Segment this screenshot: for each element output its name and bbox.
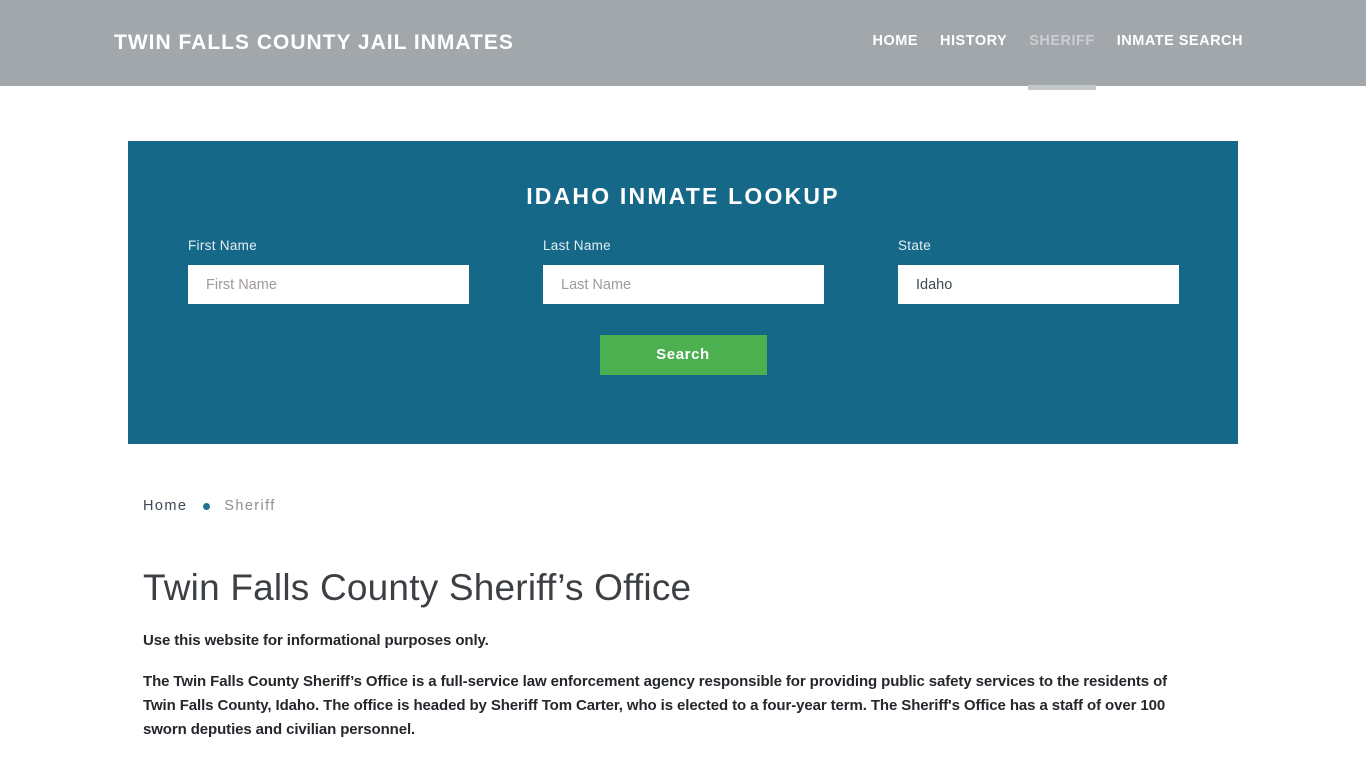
breadcrumb-separator-dot-icon	[203, 502, 211, 510]
nav-item-history[interactable]: History	[929, 33, 1018, 49]
field-group-last-name: Last Name	[543, 238, 824, 304]
last-name-input[interactable]	[543, 265, 824, 304]
nav-active-indicator	[1027, 85, 1096, 90]
page-title: Twin Falls County Sheriff’s Office	[143, 567, 692, 608]
site-brand[interactable]: Twin Falls County Jail Inmates	[114, 31, 514, 55]
last-name-label: Last Name	[543, 238, 611, 253]
field-group-state: State Idaho	[898, 238, 1179, 304]
disclaimer-text: Use this website for informational purpo…	[143, 632, 489, 649]
first-name-label: First Name	[188, 238, 258, 253]
intro-paragraph: The Twin Falls County Sheriff’s Office i…	[143, 673, 1168, 738]
page-content: Home Sheriff Twin Falls County Sheriff’s…	[143, 498, 1223, 742]
lookup-fields-row: First Name Last Name State Idaho	[128, 238, 1238, 308]
inmate-lookup-panel: Idaho Inmate Lookup First Name Last Name…	[128, 141, 1238, 444]
nav-label-inmate-search: Inmate Search	[1116, 33, 1243, 49]
nav-label-history: History	[940, 33, 1008, 49]
search-button-wrapper: Search	[128, 335, 1238, 375]
field-group-first-name: First Name	[188, 238, 469, 304]
nav-item-inmate-search[interactable]: Inmate Search	[1106, 33, 1254, 49]
breadcrumb-current: Sheriff	[224, 498, 276, 514]
state-select[interactable]: Idaho	[898, 265, 1179, 304]
nav-label-sheriff: Sheriff	[1029, 33, 1095, 49]
main-navigation: Home History Sheriff Inmate Search	[862, 33, 1254, 90]
breadcrumb-home-link[interactable]: Home	[143, 498, 187, 514]
nav-item-home[interactable]: Home	[862, 33, 930, 49]
search-button[interactable]: Search	[599, 335, 767, 375]
site-header: Twin Falls County Jail Inmates Home Hist…	[0, 0, 1366, 90]
first-name-input[interactable]	[188, 265, 469, 304]
breadcrumb: Home Sheriff	[143, 498, 1223, 514]
nav-item-sheriff[interactable]: Sheriff	[1018, 33, 1106, 90]
nav-label-home: Home	[872, 33, 919, 49]
panel-title: Idaho Inmate Lookup	[526, 183, 840, 209]
state-label: State	[898, 238, 932, 253]
